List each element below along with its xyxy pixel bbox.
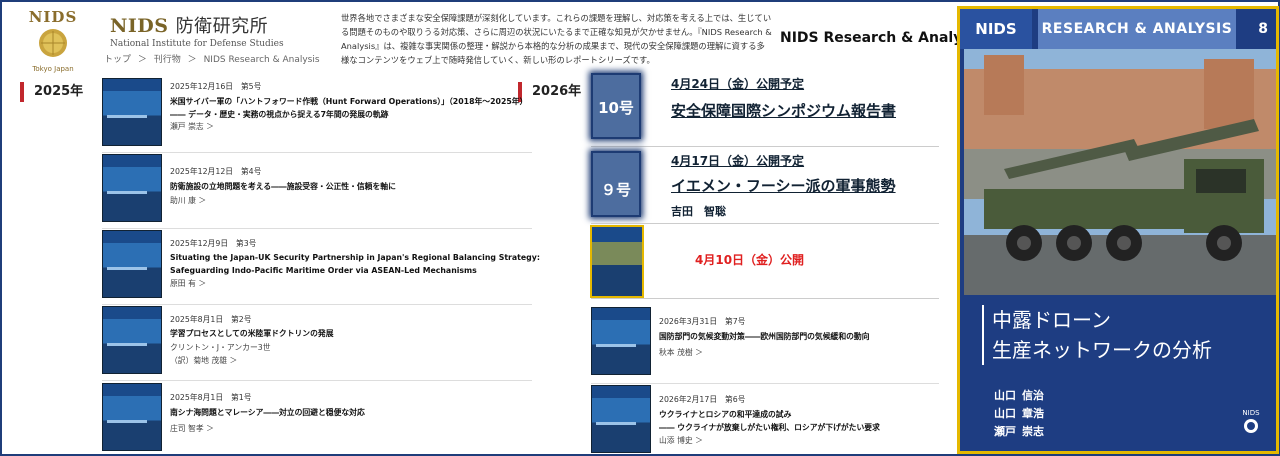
article-author[interactable]: （訳）菊地 茂雄 ＞ — [170, 355, 237, 366]
cover-thumbnail — [591, 307, 651, 375]
breadcrumb: トップ ＞ 刊行物 ＞ NIDS Research & Analysis — [104, 52, 324, 65]
article-author[interactable]: 庄司 智孝 ＞ — [170, 423, 214, 434]
article-author[interactable]: 原田 有 ＞ — [170, 278, 206, 289]
cover-title: 中露ドローン 生産ネットワークの分析 — [982, 305, 1212, 365]
list-item[interactable]: 2026年2月17日 第6号 ウクライナとロシアの和平達成の試み ―― ウクライナ… — [591, 385, 939, 456]
list-item[interactable]: 2025年12月9日 第3号 Situating the Japan-UK Se… — [102, 230, 540, 306]
upcoming-issue-9-thumb: ９号 — [591, 151, 641, 217]
article-meta: 2026年3月31日 第7号 — [659, 317, 746, 326]
upcoming-title[interactable]: イエメン・フーシー派の軍事態勢 — [671, 175, 896, 196]
cover-authors: 山口 信治 山口 章浩 瀬戸 崇志 — [994, 387, 1050, 441]
brand-title[interactable]: NIDS 防衛研究所 National Institute for Defens… — [110, 12, 284, 49]
article-title[interactable]: 米国サイバー軍の「ハントフォワード作戦（Hunt Forward Operati… — [170, 95, 600, 121]
page-title: NIDS Research & Analysis — [780, 30, 984, 46]
laurel-emblem-icon — [39, 29, 67, 57]
cover-thumbnail — [102, 383, 162, 451]
cover-thumbnail — [102, 154, 162, 222]
upcoming-date: 4月17日（金）公開予定 — [671, 154, 805, 168]
brand-en: NIDS — [110, 15, 169, 37]
page-frame: NIDS Tokyo Japan NIDS 防衛研究所 National Ins… — [0, 0, 1280, 456]
featured-cover[interactable]: NIDS RESEARCH & ANALYSIS 8 中露ドローン 生産ネットワ… — [957, 6, 1279, 454]
article-author[interactable]: 助川 康 ＞ — [170, 195, 206, 206]
article-meta: 2025年12月12日 第4号 — [170, 167, 262, 176]
divider — [591, 146, 939, 147]
article-title[interactable]: 南シナ海問題とマレーシア――対立の回避と穏便な対応 — [170, 406, 600, 419]
breadcrumb-publications[interactable]: 刊行物 — [154, 55, 181, 65]
cover-issue-number: 8 — [1258, 21, 1268, 37]
nids-logo[interactable]: NIDS Tokyo Japan — [20, 8, 86, 74]
article-meta: 2026年2月17日 第6号 — [659, 395, 746, 404]
article-author[interactable]: 秋本 茂樹 ＞ — [659, 347, 703, 358]
list-item[interactable]: 2025年8月1日 第2号 学習プロセスとしての米陸軍ドクトリンの発展 クリント… — [102, 306, 532, 382]
breadcrumb-top[interactable]: トップ — [104, 55, 131, 65]
laurel-emblem-icon — [1244, 419, 1258, 433]
article-meta: 2025年8月1日 第2号 — [170, 315, 252, 324]
list-item[interactable]: 2025年12月12日 第4号 防衛施設の立地問題を考える――施設受容・公正性・… — [102, 154, 532, 230]
cover-thumbnail — [591, 385, 651, 453]
year-label-2025: 2025年 — [20, 82, 83, 102]
article-meta: 2025年8月1日 第1号 — [170, 393, 252, 402]
intro-text: 世界各地でさまざまな安全保障課題が深刻化しています。これらの課題を理解し、対応策… — [341, 13, 772, 65]
military-truck-photo — [964, 49, 1276, 295]
cover-thumbnail — [102, 78, 162, 146]
published-date: 4月10日（金）公開 — [695, 253, 805, 267]
upcoming-date: 4月24日（金）公開予定 — [671, 77, 805, 91]
upcoming-author: 吉田 智聡 — [671, 205, 726, 218]
cover-author: 山口 信治 — [994, 389, 1044, 402]
article-title[interactable]: 国防部門の気候変動対策――欧州国防部門の気候緩和の動向 — [659, 330, 939, 343]
article-title[interactable]: ウクライナとロシアの和平達成の試み ―― ウクライナが放棄しがたい権利、ロシアが下… — [659, 408, 939, 434]
cover-thumbnail — [102, 230, 162, 298]
issue-number: ９号 — [600, 181, 631, 199]
cover-nids-logo: NIDS — [1236, 409, 1266, 437]
issue-number: 10号 — [598, 99, 634, 117]
breadcrumb-sep: ＞ — [187, 55, 197, 65]
cover-author: 山口 章浩 — [994, 407, 1044, 420]
article-author[interactable]: 山添 博史 ＞ — [659, 435, 703, 446]
cover-series-label: RESEARCH & ANALYSIS — [1038, 9, 1236, 49]
logo-text: NIDS — [28, 8, 78, 26]
article-title[interactable]: 防衛施設の立地問題を考える――施設受容・公正性・信頼を軸に — [170, 180, 600, 193]
brand-jp: 防衛研究所 — [175, 16, 269, 37]
breadcrumb-current: NIDS Research & Analysis — [203, 55, 320, 65]
cover-header: NIDS RESEARCH & ANALYSIS 8 — [960, 9, 1276, 49]
breadcrumb-sep: ＞ — [137, 55, 147, 65]
upcoming-issue-10-thumb: 10号 — [591, 73, 641, 139]
list-item[interactable]: 2025年12月16日 第5号 米国サイバー軍の「ハントフォワード作戦（Hunt… — [102, 78, 532, 154]
cover-thumbnail — [102, 306, 162, 374]
cover-nids-label: NIDS — [960, 9, 1032, 49]
cover-author: 瀬戸 崇志 — [994, 425, 1044, 438]
logo-sub: Tokyo Japan — [32, 65, 74, 73]
article-meta: 2025年12月9日 第3号 — [170, 239, 257, 248]
divider — [591, 223, 939, 224]
list-item[interactable]: 2025年8月1日 第1号 南シナ海問題とマレーシア――対立の回避と穏便な対応 … — [102, 383, 532, 456]
article-title[interactable]: 学習プロセスとしての米陸軍ドクトリンの発展 — [170, 327, 600, 340]
article-author[interactable]: 瀬戸 崇志 ＞ — [170, 121, 214, 132]
list-item[interactable]: 2026年3月31日 第7号 国防部門の気候変動対策――欧州国防部門の気候緩和の… — [591, 307, 939, 384]
issue-8-cover-thumb[interactable] — [590, 225, 644, 298]
brand-sub: National Institute for Defense Studies — [110, 39, 284, 49]
divider — [591, 298, 939, 299]
upcoming-title[interactable]: 安全保障国際シンポジウム報告書 — [671, 100, 896, 121]
article-title[interactable]: Situating the Japan-UK Security Partners… — [170, 251, 600, 277]
article-meta: 2025年12月16日 第5号 — [170, 82, 262, 91]
article-translator: クリントン・J・アンカー3世 — [170, 343, 271, 352]
